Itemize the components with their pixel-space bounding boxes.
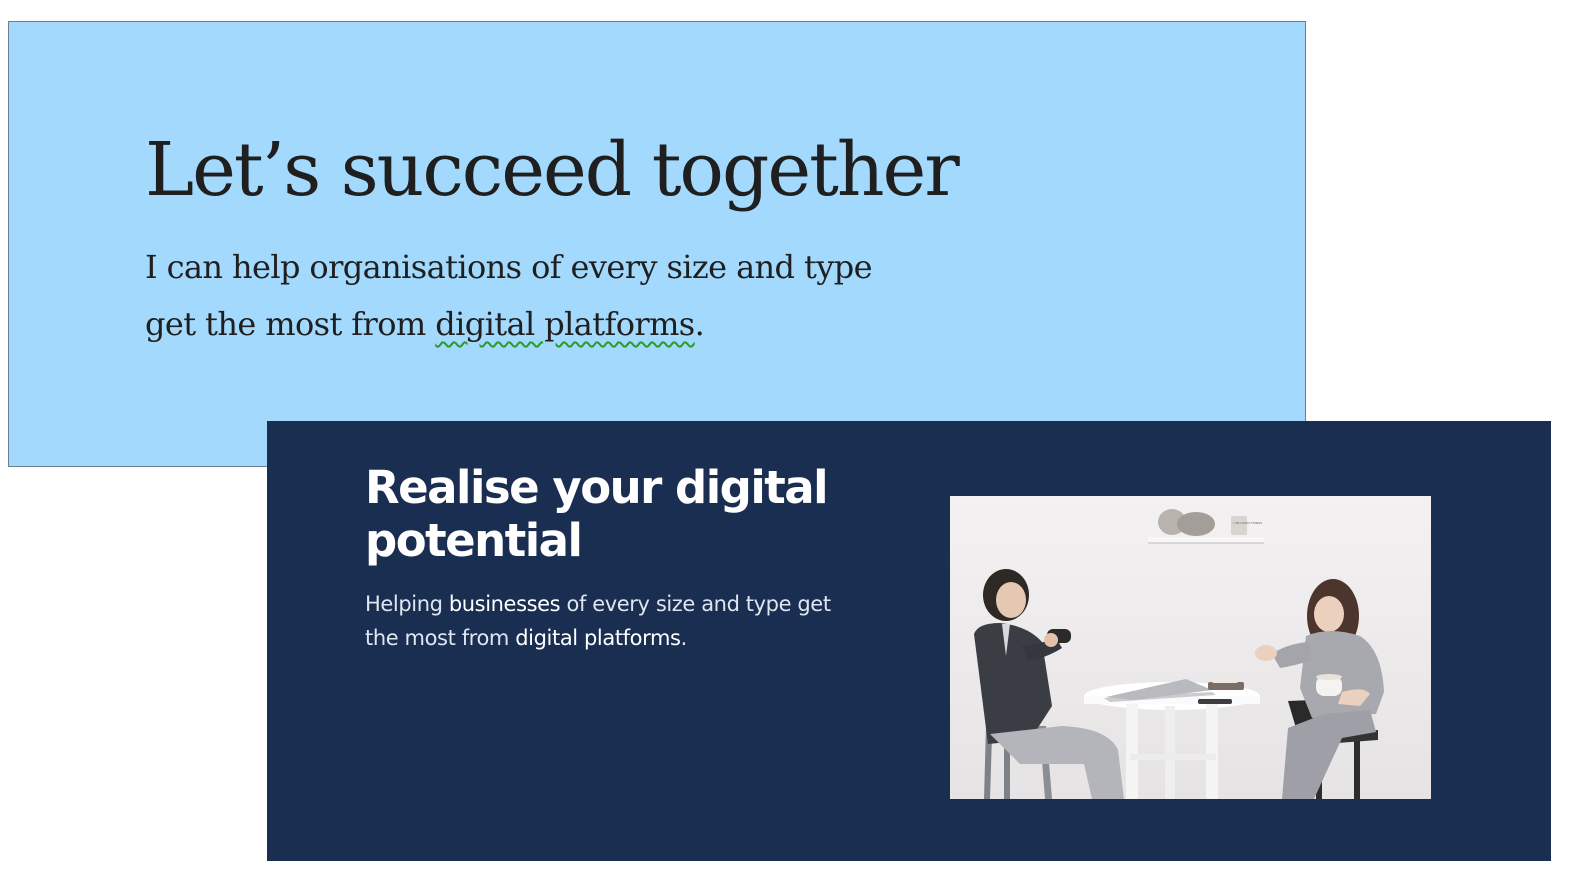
spellcheck-underlined-text[interactable]: digital platforms: [435, 305, 695, 343]
dark-hero-body-text-3: .: [680, 626, 688, 650]
light-hero-body: I can help organisations of every size a…: [145, 239, 925, 353]
svg-text:I AM GOOD THINGS: I AM GOOD THINGS: [1233, 521, 1262, 525]
dark-hero-title: Realise your digital potential: [365, 461, 829, 567]
hero-photo-two-women-coffee: I AM GOOD THINGS: [950, 496, 1431, 799]
dark-hero-body-text-1: Helping: [365, 592, 449, 616]
highlight-digital-platforms: digital platforms: [515, 626, 681, 650]
dark-hero-card: Realise your digital potential Helping b…: [267, 421, 1551, 861]
highlight-businesses: businesses: [448, 592, 561, 616]
light-hero-title: Let’s succeed together: [145, 127, 960, 213]
light-hero-body-end: .: [694, 305, 705, 343]
dark-hero-body: Helping businesses of every size and typ…: [365, 587, 855, 655]
light-hero-card: Let’s succeed together I can help organi…: [8, 21, 1306, 467]
